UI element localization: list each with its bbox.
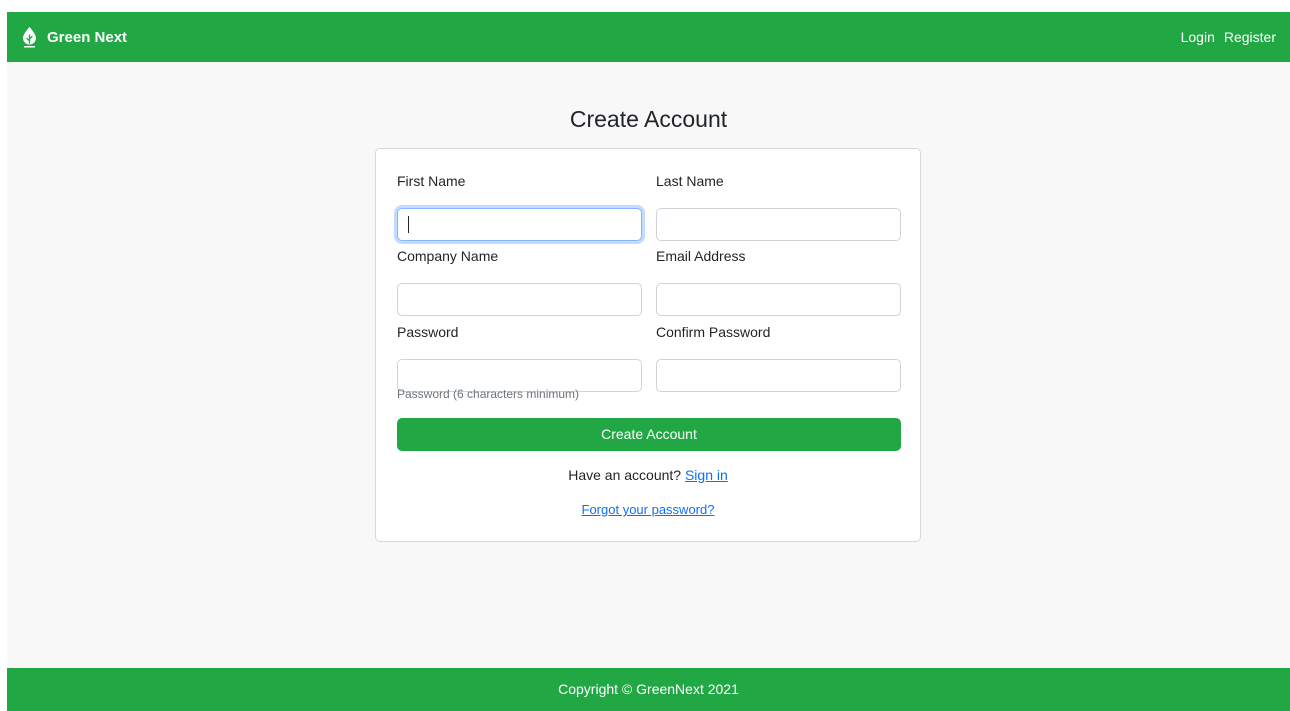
create-account-button[interactable]: Create Account: [397, 418, 901, 451]
sign-in-link[interactable]: Sign in: [685, 467, 728, 483]
sign-in-prompt: Have an account? Sign in: [376, 467, 920, 483]
password-label: Password: [397, 324, 459, 340]
footer: Copyright © GreenNext 2021: [7, 668, 1290, 711]
email-label: Email Address: [656, 248, 746, 264]
last-name-input[interactable]: [656, 208, 901, 241]
top-navbar: Green Next Login Register: [7, 12, 1290, 62]
company-name-input[interactable]: [397, 283, 642, 316]
confirm-password-label: Confirm Password: [656, 324, 771, 340]
confirm-password-group: Confirm Password: [656, 322, 901, 392]
brand-name: Green Next: [47, 28, 128, 46]
confirm-password-input[interactable]: [656, 359, 901, 392]
last-name-label: Last Name: [656, 173, 724, 189]
password-group: Password: [397, 322, 642, 392]
first-name-input[interactable]: [397, 208, 642, 241]
forgot-password-row: Forgot your password?: [376, 502, 920, 517]
password-help-text: Password (6 characters minimum): [397, 387, 580, 401]
email-group: Email Address: [656, 246, 901, 316]
have-account-text: Have an account?: [568, 467, 682, 483]
register-card: First Name Last Name Company Name Email …: [375, 148, 921, 542]
company-name-group: Company Name: [397, 246, 642, 316]
page: Green Next Login Register Create Account…: [7, 12, 1290, 711]
login-link[interactable]: Login: [1181, 29, 1215, 45]
first-name-group: First Name: [397, 171, 642, 241]
forgot-password-link[interactable]: Forgot your password?: [582, 502, 715, 517]
brand-link[interactable]: Green Next: [21, 12, 127, 62]
copyright-text: Copyright © GreenNext 2021: [558, 681, 739, 697]
company-name-label: Company Name: [397, 248, 499, 264]
first-name-label: First Name: [397, 173, 466, 189]
leaf-drop-icon: [21, 26, 38, 48]
nav-links: Login Register: [1181, 12, 1276, 62]
last-name-group: Last Name: [656, 171, 901, 241]
register-link[interactable]: Register: [1224, 29, 1276, 45]
text-caret: [408, 216, 409, 233]
page-title: Create Account: [569, 106, 728, 132]
email-input[interactable]: [656, 283, 901, 316]
